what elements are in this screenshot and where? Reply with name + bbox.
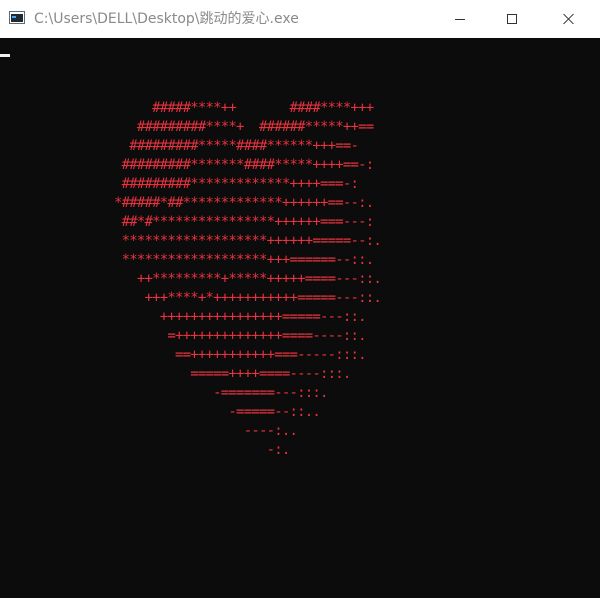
maximize-button[interactable]	[489, 0, 535, 38]
heart-row: ++*********+*****+++++====---::.	[114, 271, 382, 287]
heart-row: *#####*##*************++++++==--:.	[114, 195, 374, 211]
heart-row: ++++++++++++++++=====---::.	[114, 309, 367, 325]
console-window: C:\Users\DELL\Desktop\跳动的爱心.exe #####***…	[0, 0, 600, 598]
heart-row: +++****+*+++++++++++=====---::.	[114, 290, 382, 306]
close-button[interactable]	[546, 0, 592, 38]
minimize-button[interactable]	[437, 0, 483, 38]
ascii-heart: #####****++ ####****+++ #########****+ #…	[114, 99, 382, 460]
close-icon	[563, 13, 575, 25]
heart-row: #########****+ ######*****++==	[114, 119, 374, 135]
heart-row: =++++++++++++++====----::.	[114, 328, 366, 344]
heart-row: #########*************++++===-:	[114, 176, 359, 192]
heart-row: ##*#****************++++++===---:	[114, 214, 375, 230]
heart-row: -:.	[114, 442, 291, 458]
heart-row: -=======---:::.	[114, 385, 328, 401]
heart-row: ----:..	[114, 423, 298, 439]
text-cursor	[0, 54, 10, 57]
console-output[interactable]: #####****++ ####****+++ #########****+ #…	[0, 38, 600, 598]
heart-row: -=====--::..	[114, 404, 320, 420]
heart-row: #####****++ ####****+++	[114, 100, 374, 116]
console-app-icon	[9, 11, 25, 24]
maximize-icon	[507, 14, 517, 24]
heart-row: *******************+++======--::.	[114, 252, 375, 268]
minimize-icon	[455, 18, 465, 20]
heart-row: #########*****####******+++==-	[114, 138, 359, 154]
heart-row: *******************++++++=====--:.	[114, 233, 382, 249]
heart-row: #########*******####*****++++==-:	[114, 157, 375, 173]
heart-row: =====++++====----:::.	[114, 366, 351, 382]
heart-row: ==+++++++++++===-----:::.	[114, 347, 367, 363]
title-bar[interactable]: C:\Users\DELL\Desktop\跳动的爱心.exe	[0, 0, 600, 38]
window-title: C:\Users\DELL\Desktop\跳动的爱心.exe	[34, 11, 299, 27]
